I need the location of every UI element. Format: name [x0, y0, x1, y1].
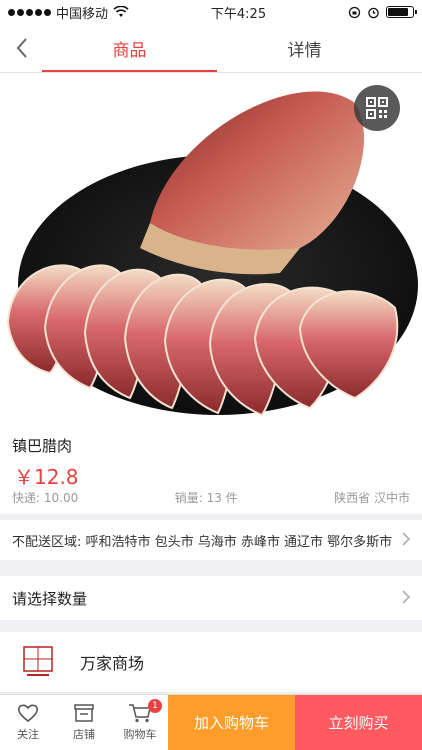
qr-code-button[interactable]	[354, 85, 400, 131]
status-bar: 中国移动 下午4:25	[0, 0, 422, 24]
status-right	[348, 6, 417, 19]
quantity-label: 请选择数量	[12, 589, 88, 608]
tab-product[interactable]: 商品	[42, 24, 217, 72]
product-location: 陕西省 汉中市	[334, 491, 410, 505]
status-left: 中国移动	[8, 3, 129, 22]
cart-label: 购物车	[123, 728, 157, 741]
qr-code-icon	[366, 97, 388, 119]
add-to-cart-button[interactable]: 加入购物车	[168, 695, 295, 750]
back-button[interactable]	[0, 24, 44, 72]
bottom-action-bar: 关注 店铺 购物车 1 加入购物车 立刻购买	[0, 694, 422, 750]
shop-name: 万家商场	[80, 654, 145, 673]
rotation-lock-icon	[348, 6, 361, 18]
buy-now-button[interactable]: 立刻购买	[295, 695, 422, 750]
delivery-restriction-row[interactable]: 不配送区域: 呼和浩特市 包头市 乌海市 赤峰市 通辽市 鄂尔多斯市	[0, 520, 422, 560]
product-title: 镇巴腊肉	[12, 437, 73, 455]
wifi-icon	[113, 6, 129, 17]
cart-count-badge: 1	[148, 699, 162, 713]
follow-button[interactable]: 关注	[0, 695, 56, 750]
quantity-selector-row[interactable]: 请选择数量	[0, 576, 422, 620]
chevron-left-icon	[16, 38, 27, 58]
store-label: 店铺	[73, 728, 95, 741]
store-button[interactable]: 店铺	[56, 695, 112, 750]
chevron-right-icon	[402, 588, 411, 609]
shop-logo	[20, 644, 56, 680]
tab-details[interactable]: 详情	[217, 24, 392, 72]
heart-icon	[17, 704, 39, 723]
clock: 下午4:25	[210, 6, 267, 22]
product-price: ￥12.8	[14, 465, 79, 489]
battery-icon	[386, 6, 417, 18]
sales-count: 销量: 13 件	[174, 491, 238, 505]
alarm-icon	[368, 7, 379, 18]
tab-bar: 商品 详情	[42, 24, 392, 72]
signal-icon	[8, 8, 51, 16]
cart-button[interactable]: 购物车 1	[112, 695, 168, 750]
chevron-right-icon	[402, 530, 411, 551]
shop-row[interactable]: 万家商场	[0, 632, 422, 692]
product-image[interactable]	[0, 73, 422, 425]
product-meta: 快递: 10.00 销量: 13 件 陕西省 汉中市	[12, 489, 410, 506]
carrier-label: 中国移动	[56, 6, 109, 22]
product-photo	[6, 91, 418, 417]
shipping-fee: 快递: 10.00	[12, 491, 79, 505]
store-icon	[74, 704, 94, 722]
follow-label: 关注	[17, 728, 39, 741]
product-info: 镇巴腊肉 ￥12.8 快递: 10.00 销量: 13 件 陕西省 汉中市	[0, 425, 422, 514]
top-nav: 商品 详情	[0, 24, 422, 73]
delivery-restriction-text: 不配送区域: 呼和浩特市 包头市 乌海市 赤峰市 通辽市 鄂尔多斯市	[12, 534, 393, 550]
